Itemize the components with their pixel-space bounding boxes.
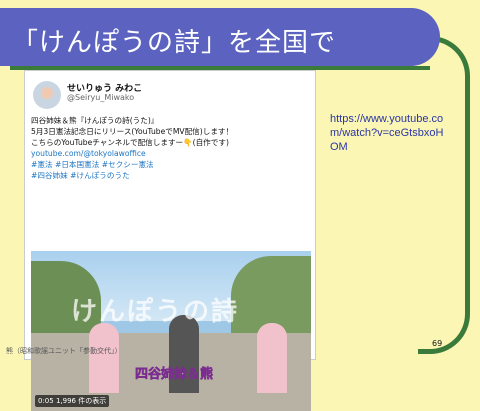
decorative-arc [418,36,470,354]
video-title-overlay: けんぽうの詩 [71,297,240,327]
slide-title: 「けんぽうの詩」を全国で [12,28,337,58]
video-subtitle-overlay: 四谷姉妹＆熊 [135,367,214,383]
title-bar: 「けんぽうの詩」を全国で [0,8,440,66]
tweet-line: 5月3日憲法記念日にリリース(YouTubeでMV配信)します！ [31,127,234,136]
tweet-line: こちらのYouTubeチャンネルで配信しますー👇(自作です) [31,138,229,147]
tweet-footer: 熊（昭和歌謡ユニット「参勤交代」） [6,347,122,355]
slide: 「けんぽうの詩」を全国で せいりゅう みわこ @Seiryu_Miwako 四谷… [0,0,480,411]
user-id[interactable]: @Seiryu_Miwako [67,93,134,102]
video-views: 1,996 件の表示 [55,397,107,405]
tweet-line: 四谷姉妹＆熊『けんぽうの詩(うた)』 [31,116,159,125]
channel-link[interactable]: youtube.com/@tokyolawoffice [31,148,313,159]
video-time-badge: 0:05 1,996 件の表示 [35,395,110,407]
hashtags-line[interactable]: #憲法 #日本国憲法 #セクシー憲法 [31,159,313,170]
video-player[interactable]: けんぽうの詩 四谷姉妹＆熊 0:05 1,996 件の表示 [31,251,311,411]
tweet-body: 四谷姉妹＆熊『けんぽうの詩(うた)』 5月3日憲法記念日にリリース(YouTub… [31,115,313,181]
page-number: 69 [432,339,443,348]
video-url[interactable]: https://www.youtube.com/watch?v=ceGtsbxo… [330,112,448,154]
hashtags-line[interactable]: #四谷姉妹 #けんぽうのうた [31,170,313,181]
video-time: 0:05 [38,397,54,405]
avatar[interactable] [33,81,61,109]
performer [257,323,287,393]
tweet-card[interactable]: せいりゅう みわこ @Seiryu_Miwako 四谷姉妹＆熊『けんぽうの詩(う… [24,70,316,411]
performer [89,323,119,393]
